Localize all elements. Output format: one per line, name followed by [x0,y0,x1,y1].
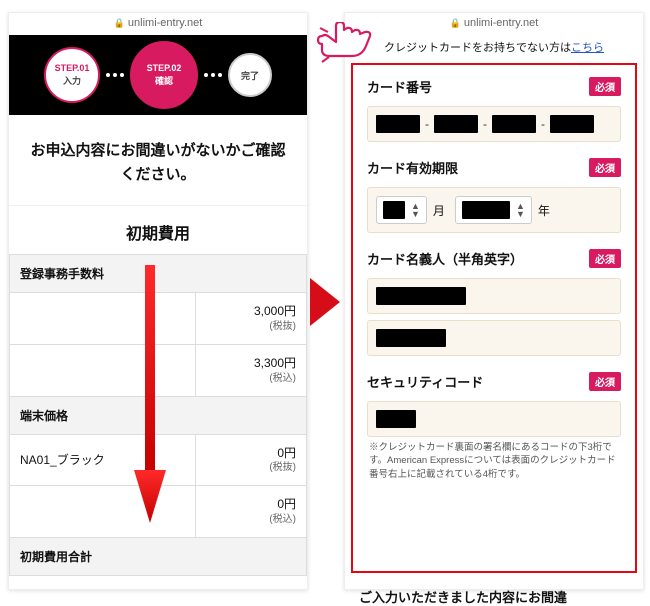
domain-text: unlimi-entry.net [464,17,538,29]
progress-stepper: STEP.01 入力 STEP.02 確認 完了 [9,35,307,115]
confirm-message: お申込内容にお間違いがないかご確認ください。 [9,115,307,205]
step-2-active: STEP.02 確認 [130,41,198,109]
required-badge: 必須 [589,158,621,177]
cutoff-text: ご入力いただきました内容にお間違 [345,579,643,606]
required-badge: 必須 [589,372,621,391]
table-row: NA01_ブラック 0円(税抜) [10,434,307,486]
holder-last-input[interactable] [367,320,621,356]
required-badge: 必須 [589,249,621,268]
holder-label: カード名義人（半角英字） [367,249,523,268]
fee-table: 登録事務手数料 3,000円(税抜) 3,300円(税込) 端末価格 NA01_… [9,254,307,576]
required-badge: 必須 [589,77,621,96]
step-1: STEP.01 入力 [44,47,100,103]
holder-first-input[interactable] [367,278,621,314]
table-row: 3,300円(税込) [10,344,307,396]
card-input-screen: unlimi-entry.net クレジットカードをお持ちでない方はこちら カー… [344,12,644,590]
card-number-label: カード番号 [367,77,432,96]
cvc-label: セキュリティコード [367,372,483,391]
table-row: 0円(税込) [10,486,307,538]
table-row: 3,000円(税抜) [10,293,307,345]
section-title-initial-fee: 初期費用 [9,205,307,254]
address-bar: unlimi-entry.net [9,13,307,35]
lock-icon [450,17,464,29]
expiry-input-row: ▲▼ 月 ▲▼ 年 [367,187,621,233]
cvc-help-text: ※クレジットカード裏面の署名欄にあるコードの下3桁です。American Exp… [367,437,621,481]
expiry-month-select[interactable]: ▲▼ [376,196,427,224]
chevron-updown-icon: ▲▼ [516,202,525,218]
domain-text: unlimi-entry.net [128,17,202,29]
expiry-year-select[interactable]: ▲▼ [455,196,532,224]
step-dots [204,73,222,77]
no-card-note: クレジットカードをお持ちでない方はこちら [345,35,643,63]
table-row: 登録事務手数料 [10,255,307,293]
chevron-updown-icon: ▲▼ [411,202,420,218]
table-row: 端末価格 [10,396,307,434]
expiry-label: カード有効期限 [367,158,458,177]
lock-icon [114,17,128,29]
next-screen-arrow-icon [310,278,340,326]
table-row: 初期費用合計 [10,538,307,576]
step-dots [106,73,124,77]
step-3: 完了 [228,53,272,97]
address-bar: unlimi-entry.net [345,13,643,35]
confirm-screen: unlimi-entry.net STEP.01 入力 STEP.02 確認 完… [8,12,308,590]
cvc-input[interactable] [367,401,621,437]
card-number-input[interactable]: - - - [367,106,621,142]
no-card-link[interactable]: こちら [571,42,604,54]
card-form-highlight: カード番号 必須 - - - カード有効期限 必須 ▲▼ 月 [351,63,637,573]
